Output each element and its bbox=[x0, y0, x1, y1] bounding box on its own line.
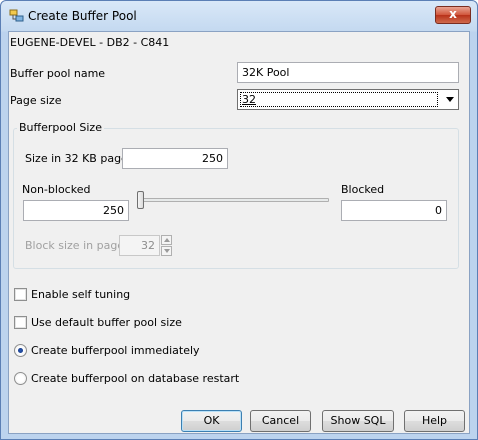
help-button[interactable]: Help bbox=[404, 410, 465, 432]
connection-label: EUGENE-DEVEL - DB2 - C841 bbox=[10, 36, 170, 49]
dialog-body: EUGENE-DEVEL - DB2 - C841 Buffer pool na… bbox=[8, 31, 470, 434]
create-on-restart-radio[interactable] bbox=[14, 372, 27, 385]
bufferpool-size-group-title: Bufferpool Size bbox=[17, 121, 104, 134]
close-button[interactable]: x bbox=[435, 6, 471, 24]
title-bar[interactable]: Create Buffer Pool x bbox=[1, 1, 477, 31]
spin-down-icon[interactable] bbox=[161, 246, 172, 256]
ok-button[interactable]: OK bbox=[181, 410, 242, 432]
enable-self-tuning-label[interactable]: Enable self tuning bbox=[31, 288, 130, 301]
blocked-input[interactable]: 0 bbox=[341, 200, 447, 221]
size-in-pages-label: Size in 32 KB pages bbox=[25, 152, 134, 165]
size-in-pages-input[interactable]: 250 bbox=[122, 148, 228, 169]
block-size-input[interactable]: 32 bbox=[119, 235, 160, 256]
dialog-window: Create Buffer Pool x EUGENE-DEVEL - DB2 … bbox=[0, 0, 478, 440]
blocked-label: Blocked bbox=[341, 183, 385, 196]
enable-self-tuning-checkbox[interactable] bbox=[14, 288, 27, 301]
blocked-ratio-slider-thumb[interactable] bbox=[137, 191, 144, 209]
create-immediately-label[interactable]: Create bufferpool immediately bbox=[31, 344, 200, 357]
page-size-select[interactable]: 32 bbox=[237, 89, 459, 110]
buffer-pool-icon bbox=[9, 9, 24, 22]
window-title: Create Buffer Pool bbox=[28, 9, 137, 23]
block-size-spinner[interactable] bbox=[161, 235, 172, 256]
blocked-ratio-slider-track[interactable] bbox=[137, 198, 329, 202]
buffer-pool-name-input[interactable]: 32K Pool bbox=[237, 62, 459, 83]
buffer-pool-name-label: Buffer pool name bbox=[10, 67, 106, 80]
page-size-label: Page size bbox=[10, 94, 62, 107]
create-immediately-radio[interactable] bbox=[14, 344, 27, 357]
create-on-restart-label[interactable]: Create bufferpool on database restart bbox=[31, 372, 239, 385]
spin-up-icon[interactable] bbox=[161, 235, 172, 245]
non-blocked-label: Non-blocked bbox=[22, 183, 91, 196]
show-sql-button[interactable]: Show SQL bbox=[322, 410, 394, 432]
chevron-down-icon[interactable] bbox=[446, 97, 454, 102]
use-default-size-label[interactable]: Use default buffer pool size bbox=[31, 316, 182, 329]
cancel-button[interactable]: Cancel bbox=[250, 410, 311, 432]
non-blocked-input[interactable]: 250 bbox=[23, 200, 129, 221]
page-size-value: 32 bbox=[240, 92, 438, 107]
close-icon: x bbox=[449, 7, 457, 21]
block-size-label: Block size in pages bbox=[25, 239, 130, 252]
use-default-size-checkbox[interactable] bbox=[14, 316, 27, 329]
